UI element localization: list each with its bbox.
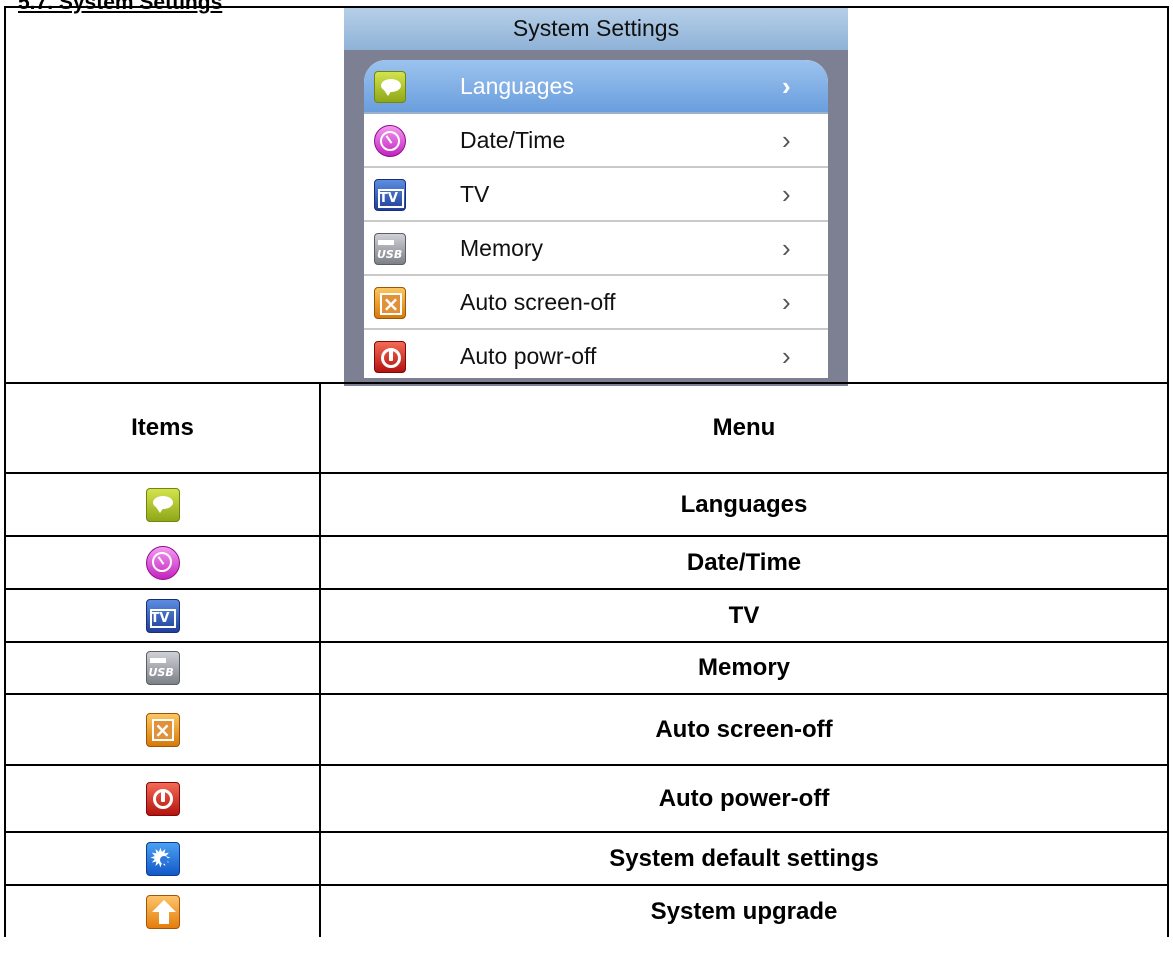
chevron-right-icon: › (782, 287, 791, 317)
device-screen: System Settings Languages › Date/Time › … (344, 8, 848, 386)
device-menu-item-date-time[interactable]: Date/Time › (364, 114, 828, 168)
table-row: Auto power-off (4, 764, 1169, 833)
table-cell-menu: Memory (319, 641, 1169, 695)
languages-icon (145, 487, 180, 522)
device-menu-label: Memory (460, 235, 544, 261)
screen-off-icon (374, 287, 406, 319)
table-cell-icon (4, 764, 321, 833)
settings-gear-icon (145, 841, 180, 876)
chevron-right-icon: › (782, 233, 791, 263)
device-menu-label: Date/Time (460, 127, 566, 153)
usb-icon (374, 233, 406, 265)
items-menu-table: Items Menu Languages Date/Time TV Memory… (4, 382, 1169, 937)
clock-icon (145, 545, 180, 580)
table-cell-icon (4, 884, 321, 937)
usb-icon (145, 651, 180, 685)
table-cell-icon (4, 472, 321, 537)
table-row: Date/Time (4, 535, 1169, 590)
table-cell-menu: Date/Time (319, 535, 1169, 590)
table-row: Languages (4, 472, 1169, 537)
table-cell-icon (4, 831, 321, 886)
power-icon (145, 781, 180, 816)
device-title: System Settings (344, 8, 848, 50)
table-cell-icon (4, 693, 321, 766)
table-cell-icon (4, 588, 321, 643)
table-row: System upgrade (4, 884, 1169, 937)
device-menu-label: TV (460, 181, 490, 207)
device-menu-item-auto-power-off[interactable]: Auto powr-off › (364, 330, 828, 378)
table-header-row: Items Menu (4, 382, 1169, 474)
header-items: Items (4, 382, 321, 474)
device-menu-item-auto-screen-off[interactable]: Auto screen-off › (364, 276, 828, 330)
device-menu-item-languages[interactable]: Languages › (364, 60, 828, 114)
table-row: Memory (4, 641, 1169, 695)
device-menu-label: Languages (460, 73, 574, 99)
clock-icon (374, 125, 406, 157)
chevron-right-icon: › (782, 341, 791, 371)
table-cell-menu: TV (319, 588, 1169, 643)
tv-icon (374, 179, 406, 211)
chevron-right-icon: › (782, 125, 791, 155)
upgrade-arrow-icon (145, 894, 180, 929)
table-row: System default settings (4, 831, 1169, 886)
table-cell-icon (4, 641, 321, 695)
device-menu-item-memory[interactable]: Memory › (364, 222, 828, 276)
power-icon (374, 341, 406, 373)
chevron-right-icon: › (782, 179, 791, 209)
header-menu: Menu (319, 382, 1169, 474)
table-cell-menu: Auto screen-off (319, 693, 1169, 766)
table-cell-menu: System upgrade (319, 884, 1169, 937)
device-menu-label: Auto powr-off (460, 343, 597, 369)
table-row: Auto screen-off (4, 693, 1169, 766)
table-row: TV (4, 588, 1169, 643)
table-cell-icon (4, 535, 321, 590)
device-menu-label: Auto screen-off (460, 289, 616, 315)
chevron-right-icon: › (782, 71, 791, 101)
table-cell-menu: System default settings (319, 831, 1169, 886)
languages-icon (374, 71, 406, 103)
table-cell-menu: Languages (319, 472, 1169, 537)
tv-icon (145, 598, 180, 633)
table-cell-menu: Auto power-off (319, 764, 1169, 833)
screen-off-icon (145, 712, 180, 747)
device-menu-list: Languages › Date/Time › TV › Memory › Au… (364, 60, 828, 378)
device-menu-item-tv[interactable]: TV › (364, 168, 828, 222)
